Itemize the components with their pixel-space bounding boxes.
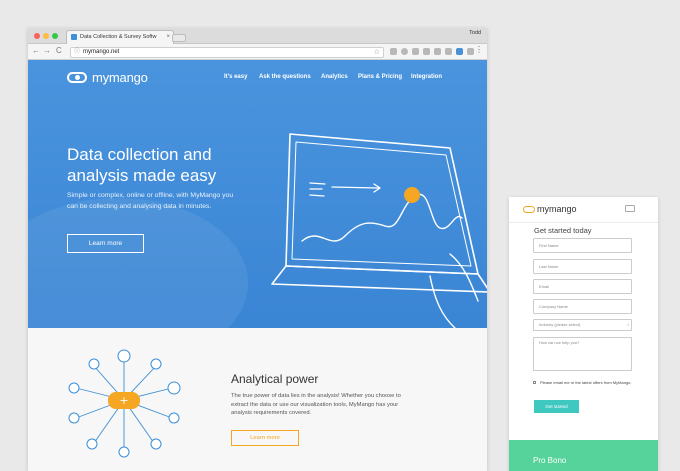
browser-tab[interactable]: Data Collection & Survey Softw × bbox=[66, 30, 174, 44]
mobile-preview: mymango Get started today First Name Las… bbox=[509, 197, 658, 471]
svg-text:+: + bbox=[119, 394, 128, 407]
get-started-button[interactable]: Get started bbox=[534, 400, 579, 413]
hamburger-menu-icon[interactable] bbox=[625, 205, 635, 212]
maximize-window-icon[interactable] bbox=[52, 33, 58, 39]
bookmark-star-icon[interactable]: ☆ bbox=[374, 48, 380, 57]
nav-integration[interactable]: Integration bbox=[411, 74, 442, 80]
offers-checkbox-label: Please email me re the latest offers fro… bbox=[540, 380, 632, 385]
mobile-logo-text: mymango bbox=[537, 204, 577, 214]
browser-menu-icon[interactable]: ⋮ bbox=[475, 45, 483, 54]
pro-bono-section: Pro Bono bbox=[509, 440, 658, 471]
nav-its-easy[interactable]: It's easy bbox=[224, 74, 247, 80]
tab-close-icon[interactable]: × bbox=[166, 31, 170, 44]
extension-icon[interactable] bbox=[467, 48, 474, 55]
browser-titlebar: Data Collection & Survey Softw × Todd bbox=[28, 28, 487, 44]
extension-icon[interactable] bbox=[445, 48, 452, 55]
address-bar[interactable]: ⓘ mymango.net ☆ bbox=[70, 47, 384, 58]
analytics-section: + Analytical power The true power of dat… bbox=[28, 328, 487, 471]
hero-section: mymango It's easy Ask the questions Anal… bbox=[28, 60, 487, 328]
close-window-icon[interactable] bbox=[34, 33, 40, 39]
address-bar-url: mymango.net bbox=[83, 49, 120, 55]
site-info-icon[interactable]: ⓘ bbox=[74, 48, 80, 57]
pro-bono-title: Pro Bono bbox=[533, 456, 567, 465]
offers-checkbox[interactable] bbox=[533, 381, 536, 384]
analytics-network-illustration: + bbox=[68, 349, 181, 458]
extension-icon[interactable] bbox=[390, 48, 397, 55]
nav-analytics[interactable]: Analytics bbox=[321, 74, 348, 80]
nav-plans-pricing[interactable]: Plans & Pricing bbox=[358, 74, 402, 80]
extension-icon[interactable] bbox=[434, 48, 441, 55]
profile-name[interactable]: Todd bbox=[469, 30, 481, 36]
mango-logo-icon bbox=[67, 72, 87, 83]
mango-logo-icon bbox=[523, 206, 535, 213]
favicon-icon bbox=[71, 34, 77, 40]
minimize-window-icon[interactable] bbox=[43, 33, 49, 39]
extension-icon[interactable] bbox=[412, 48, 419, 55]
extension-icon[interactable] bbox=[401, 48, 408, 55]
analytics-title: Analytical power bbox=[231, 372, 319, 386]
message-textarea[interactable]: How can we help you? bbox=[533, 337, 632, 371]
extension-icon[interactable] bbox=[423, 48, 430, 55]
nav-ask-the-questions[interactable]: Ask the questions bbox=[259, 74, 311, 80]
browser-toolbar: ← → C ⓘ mymango.net ☆ ⋮ bbox=[28, 44, 487, 60]
last-name-field[interactable]: Last Name bbox=[533, 259, 632, 274]
company-name-field[interactable]: Company Name bbox=[533, 299, 632, 314]
hero-learn-more-button[interactable]: Learn more bbox=[67, 234, 144, 253]
analytics-body: The true power of data lies in the analy… bbox=[231, 393, 401, 416]
forward-arrow-icon[interactable]: → bbox=[43, 46, 51, 55]
tab-title: Data Collection & Survey Softw bbox=[80, 34, 157, 40]
new-tab-button[interactable] bbox=[172, 34, 186, 42]
reload-icon[interactable]: C bbox=[56, 46, 62, 55]
mobile-logo[interactable]: mymango bbox=[523, 204, 577, 214]
first-name-field[interactable]: First Name bbox=[533, 238, 632, 253]
analytics-learn-more-button[interactable]: Learn more bbox=[231, 430, 299, 446]
extension-icon[interactable] bbox=[456, 48, 463, 55]
form-title: Get started today bbox=[534, 226, 592, 235]
hero-body: Simple or complex, online or offline, wi… bbox=[67, 192, 234, 210]
browser-window: Data Collection & Survey Softw × Todd ← … bbox=[28, 28, 487, 471]
industry-select[interactable]: Industry (please select) bbox=[533, 319, 632, 331]
hero-headline: Data collection and analysis made easy bbox=[67, 145, 217, 185]
laptop-chart-illustration bbox=[271, 133, 487, 328]
site-logo[interactable]: mymango bbox=[67, 70, 148, 85]
mobile-header: mymango bbox=[509, 197, 658, 223]
offers-checkbox-row[interactable]: Please email me re the latest offers fro… bbox=[533, 380, 633, 385]
back-arrow-icon[interactable]: ← bbox=[32, 46, 40, 55]
email-field[interactable]: Email bbox=[533, 279, 632, 294]
logo-text: mymango bbox=[92, 70, 148, 85]
chart-highlight-dot bbox=[404, 187, 420, 203]
